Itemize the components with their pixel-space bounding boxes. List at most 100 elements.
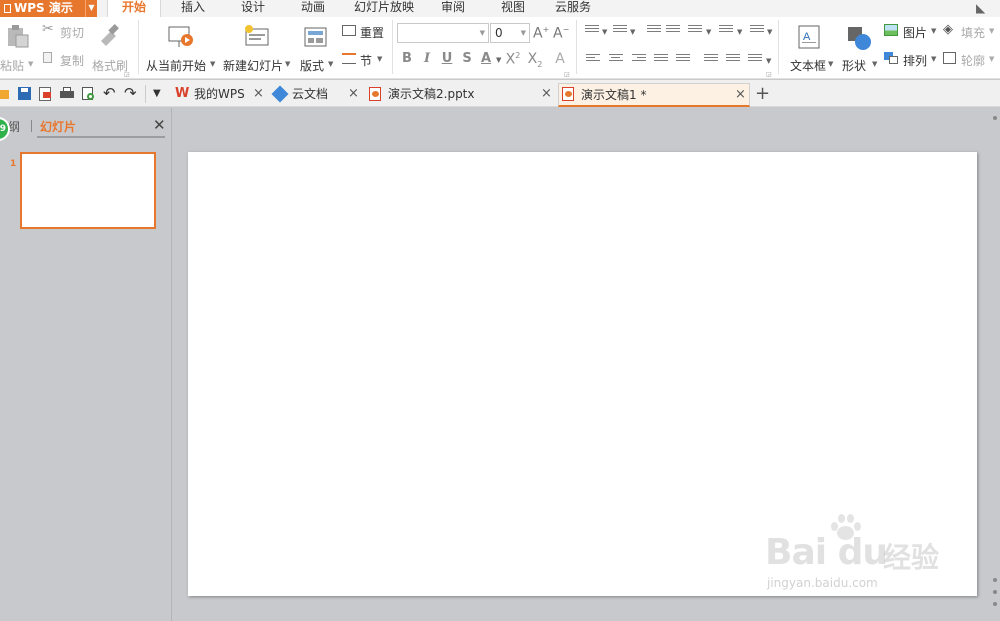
close-icon[interactable]: ×: [541, 83, 552, 105]
new-tab-button[interactable]: +: [755, 85, 770, 103]
tab-design[interactable]: 设计: [230, 0, 276, 17]
chevron-down-icon[interactable]: ▼: [496, 56, 501, 64]
font-size-combo[interactable]: 0 ▼: [490, 23, 530, 43]
chevron-down-icon[interactable]: ▼: [766, 57, 771, 65]
paste-button[interactable]: 粘贴 ▼: [0, 21, 34, 73]
text-box-fit-icon[interactable]: [750, 25, 764, 37]
layout-button[interactable]: 版式 ▼: [298, 21, 336, 73]
arrange-button[interactable]: 排列 ▼: [884, 51, 944, 69]
dialog-launcher-icon[interactable]: ◲: [564, 71, 570, 78]
play-from-current-button[interactable]: 从当前开始 ▼: [144, 21, 216, 73]
decrease-indent-icon[interactable]: [647, 25, 661, 37]
chevron-down-icon: ▼: [989, 27, 995, 35]
underline-icon[interactable]: U: [439, 51, 455, 66]
slide-thumbnail[interactable]: [20, 152, 156, 229]
help-icon[interactable]: ◣: [976, 1, 985, 15]
bold-icon[interactable]: B: [399, 51, 415, 66]
numbered-list-icon[interactable]: [613, 25, 627, 37]
copy-label: 复制: [60, 54, 85, 68]
tab-view[interactable]: 视图: [490, 0, 536, 17]
format-painter-button[interactable]: 格式刷: [90, 21, 130, 73]
open-folder-icon[interactable]: [0, 87, 11, 101]
chevron-down-icon: ▼: [520, 29, 526, 37]
fill-button[interactable]: ◈ 填充 ▼: [942, 22, 1000, 41]
bullet-list-icon[interactable]: [585, 25, 599, 37]
cut-button[interactable]: ✂ 剪切: [40, 21, 90, 41]
align-right-icon[interactable]: [632, 54, 646, 66]
superscript-icon[interactable]: X2: [505, 51, 521, 68]
shadow-icon[interactable]: S: [459, 51, 475, 66]
tab-cloud[interactable]: 云服务: [548, 0, 598, 17]
shape-icon: [848, 27, 871, 50]
wps-logo-icon: W: [175, 86, 190, 101]
chevron-down-icon[interactable]: ▼: [767, 28, 772, 36]
chevron-down-icon[interactable]: ▼: [85, 0, 97, 17]
outline-button[interactable]: 轮廓 ▼: [942, 51, 1000, 69]
shape-button[interactable]: 形状 ▼: [840, 21, 880, 73]
tab-insert[interactable]: 插入: [170, 0, 216, 17]
print-icon[interactable]: [60, 87, 74, 101]
align-left-icon[interactable]: [586, 54, 600, 66]
clear-format-icon[interactable]: A: [552, 51, 568, 67]
columns-icon[interactable]: [748, 54, 762, 66]
presentation-file-icon: [369, 87, 381, 101]
tab-presentation-2[interactable]: 演示文稿2.pptx ×: [366, 83, 556, 107]
chevron-down-icon: ▼: [479, 29, 485, 37]
chevron-down-icon[interactable]: ▼: [602, 28, 607, 36]
chevron-down-icon[interactable]: ▼: [706, 28, 711, 36]
tab-slideshow[interactable]: 幻灯片放映: [348, 0, 420, 17]
export-pdf-icon[interactable]: [39, 87, 53, 101]
undo-icon[interactable]: ↶: [103, 84, 117, 102]
presentation-file-icon: [562, 87, 574, 101]
textbox-button[interactable]: A 文本框 ▼: [786, 21, 834, 73]
font-grow-icon[interactable]: A+: [533, 25, 549, 42]
app-menu-button[interactable]: WPS 演示 ▼: [0, 0, 97, 17]
print-preview-icon[interactable]: [82, 87, 96, 101]
reset-button[interactable]: 重置: [340, 23, 390, 41]
watermark-logo: Bai du: [765, 532, 888, 573]
paragraph-spacing-icon[interactable]: [726, 54, 740, 66]
chevron-down-icon: ▼: [210, 60, 216, 68]
text-direction-icon[interactable]: [688, 25, 702, 37]
line-spacing-icon[interactable]: [704, 54, 718, 66]
align-text-icon[interactable]: [719, 25, 733, 37]
close-icon[interactable]: ×: [735, 84, 746, 106]
scroll-indicator: [993, 116, 997, 120]
customize-toolbar-icon[interactable]: ▼: [153, 88, 167, 102]
subscript-icon[interactable]: X2: [527, 51, 543, 69]
tab-underline: [37, 136, 165, 138]
justify-icon[interactable]: [654, 54, 668, 66]
chevron-down-icon[interactable]: ▼: [630, 28, 635, 36]
tab-cloud-docs[interactable]: 云文档 ×: [270, 83, 362, 107]
close-icon[interactable]: ✕: [153, 116, 166, 134]
close-icon[interactable]: ×: [348, 83, 359, 105]
new-slide-button[interactable]: 新建幻灯片 ▼: [221, 21, 293, 73]
distribute-icon[interactable]: [676, 54, 690, 66]
font-color-icon[interactable]: A: [478, 51, 494, 66]
font-shrink-icon[interactable]: A−: [553, 25, 569, 42]
dialog-launcher-icon[interactable]: ◲: [766, 71, 772, 78]
close-icon[interactable]: ×: [253, 83, 264, 105]
picture-button[interactable]: 图片 ▼: [884, 23, 944, 41]
layout-icon: [304, 27, 327, 47]
section-button[interactable]: 节 ▼: [340, 51, 390, 69]
right-scrollbar[interactable]: [991, 108, 1000, 621]
chevron-down-icon: ▼: [872, 60, 878, 68]
redo-icon[interactable]: ↷: [124, 84, 138, 102]
tab-presentation-1[interactable]: 演示文稿1 * ×: [558, 83, 750, 107]
align-center-icon[interactable]: [609, 54, 623, 66]
tab-my-wps[interactable]: W 我的WPS ×: [171, 83, 269, 107]
increase-indent-icon[interactable]: [666, 25, 680, 37]
copy-button[interactable]: 复制: [40, 51, 90, 69]
font-name-combo[interactable]: ▼: [397, 23, 489, 43]
cloud-docs-icon: [271, 85, 289, 103]
chevron-down-icon[interactable]: ▼: [737, 28, 742, 36]
save-icon[interactable]: [18, 87, 32, 101]
tab-home[interactable]: 开始: [107, 0, 161, 17]
tab-slides[interactable]: 幻灯片: [40, 118, 76, 135]
dialog-launcher-icon[interactable]: ◲: [124, 71, 130, 78]
tab-animation[interactable]: 动画: [290, 0, 336, 17]
tab-review[interactable]: 审阅: [430, 0, 476, 17]
italic-icon[interactable]: I: [419, 51, 435, 66]
watermark-url: jingyan.baidu.com: [767, 576, 878, 590]
